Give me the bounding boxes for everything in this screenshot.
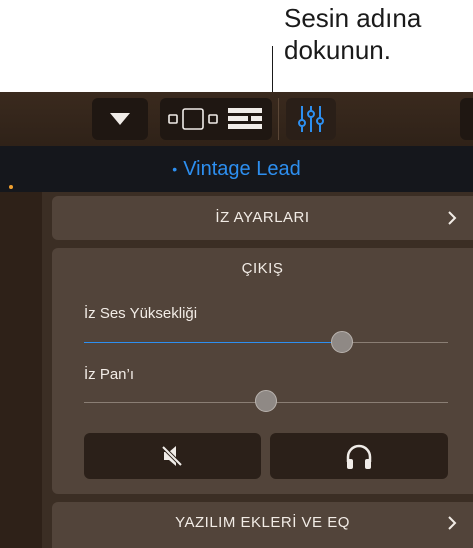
track-dot: •	[172, 161, 178, 177]
volume-label: İz Ses Yüksekliği	[84, 305, 198, 322]
output-title: ÇIKIŞ	[241, 260, 284, 277]
volume-slider-fill	[84, 342, 343, 343]
mixer-controls-button[interactable]	[286, 98, 336, 140]
track-settings-row[interactable]: İZ AYARLARI	[52, 196, 473, 240]
mixer-controls-icon	[298, 106, 324, 132]
pan-slider-knob[interactable]	[255, 390, 277, 412]
playhead-marker	[9, 185, 13, 189]
callout-text: Sesin adına dokunun.	[284, 3, 422, 65]
view-toggle-icon[interactable]	[168, 107, 218, 131]
track-name[interactable]: Vintage Lead	[183, 158, 301, 181]
dropdown-triangle-icon	[110, 113, 130, 125]
plugins-eq-row[interactable]: YAZILIM EKLERİ VE EQ	[52, 502, 473, 548]
track-settings-label: İZ AYARLARI	[215, 209, 310, 226]
track-strip	[0, 192, 42, 548]
mute-button[interactable]	[84, 433, 261, 479]
volume-slider[interactable]	[84, 342, 448, 343]
headphones-icon	[346, 444, 372, 469]
toolbar-edge-button[interactable]	[460, 98, 473, 140]
tracks-list-icon[interactable]	[228, 108, 262, 130]
track-name-header[interactable]: • Vintage Lead	[0, 146, 473, 192]
chevron-right-icon	[448, 516, 457, 530]
dropdown-button[interactable]	[92, 98, 148, 140]
view-buttons	[160, 98, 272, 140]
pan-label: İz Pan’ı	[84, 366, 135, 383]
toolbar	[0, 92, 473, 146]
solo-button[interactable]	[270, 433, 448, 479]
toolbar-separator	[278, 98, 279, 140]
speaker-muted-icon	[160, 444, 183, 468]
plugins-eq-label: YAZILIM EKLERİ VE EQ	[175, 514, 350, 531]
chevron-right-icon	[448, 211, 457, 225]
